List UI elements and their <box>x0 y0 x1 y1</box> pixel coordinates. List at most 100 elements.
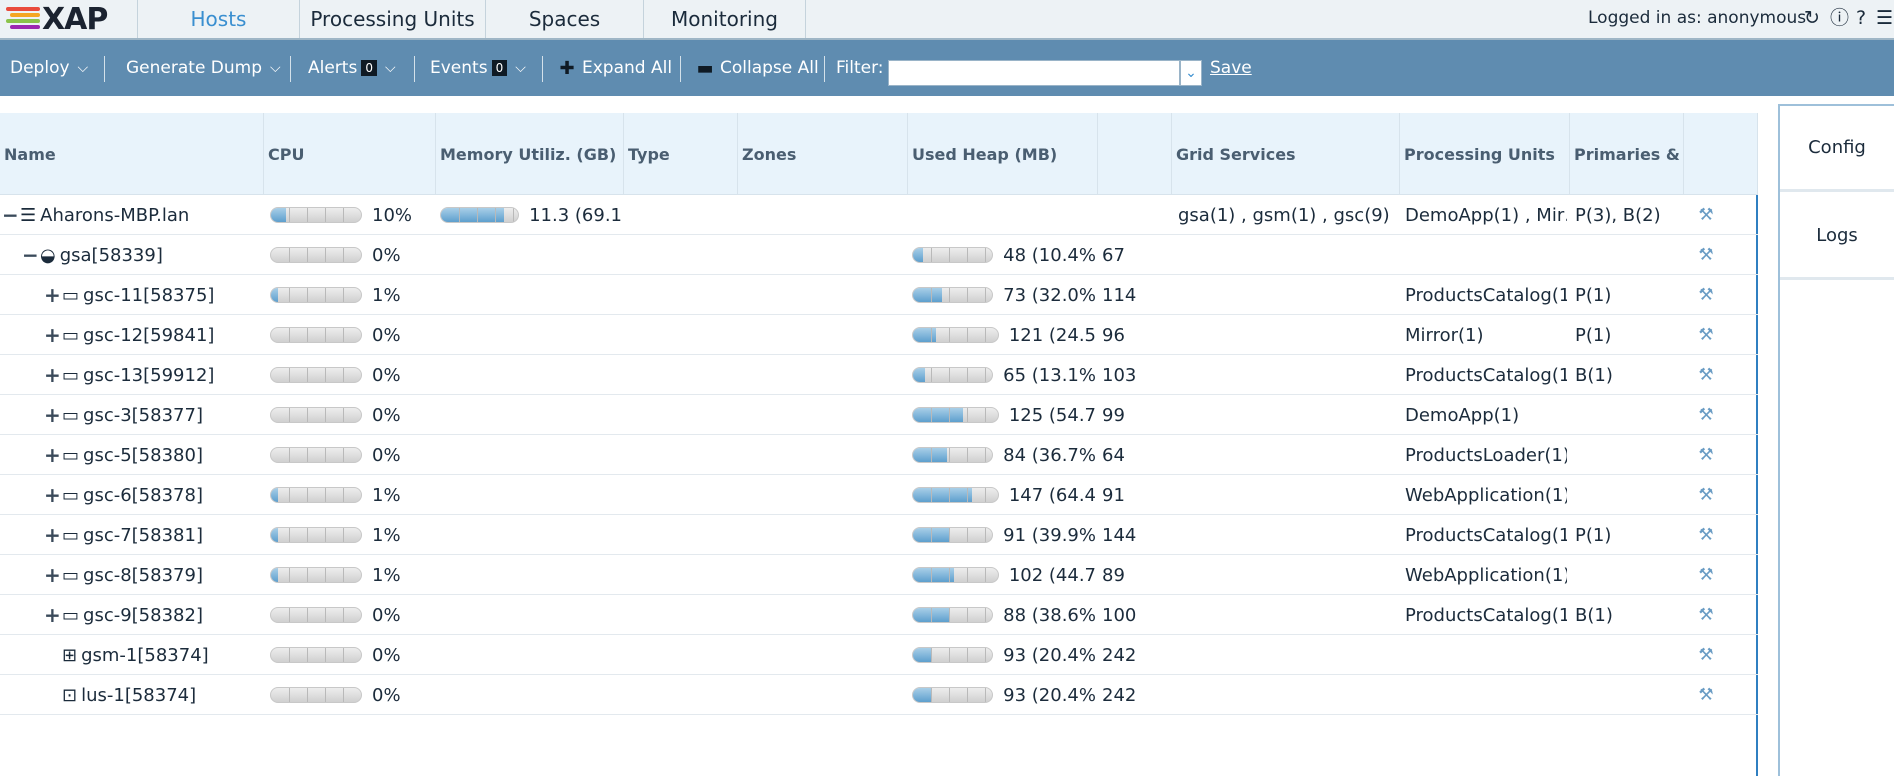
node-name[interactable]: lus-1[58374] <box>81 685 196 706</box>
node-name[interactable]: gsc-7[58381] <box>83 525 203 546</box>
alerts-button[interactable]: Alerts 0 ⌵ <box>308 40 396 96</box>
processing-units-cell[interactable]: DemoApp(1) <box>1405 395 1567 435</box>
filter-input[interactable] <box>888 60 1180 86</box>
tab-monitoring[interactable]: Monitoring <box>644 0 806 38</box>
column-header-used-heap[interactable]: Used Heap (MB) <box>908 113 1098 195</box>
heap-value: 121 (24.5 <box>1008 324 1096 346</box>
tab-hosts[interactable]: Hosts <box>138 0 300 38</box>
node-name[interactable]: gsm-1[58374] <box>81 645 209 666</box>
wrench-icon[interactable]: ⚒ <box>1698 525 1713 545</box>
wrench-icon[interactable]: ⚒ <box>1698 245 1713 265</box>
table-row[interactable]: − ☰ Aharons-MBP.lan 10% 11.3 (69.1 gsa(1) , g… <box>0 195 1758 235</box>
alert-info-icon[interactable]: ⓘ <box>1830 6 1849 30</box>
name-cell: + ▭ gsc-7[58381] <box>44 515 262 555</box>
processing-units-cell[interactable] <box>1405 675 1567 715</box>
wrench-icon[interactable]: ⚒ <box>1698 365 1713 385</box>
table-row[interactable]: ⊡ lus-1[58374] 0% 93 (20.4% 242 ⚒ <box>0 675 1758 715</box>
node-name[interactable]: gsc-3[58377] <box>83 405 203 426</box>
column-header-processing-units[interactable]: Processing Units <box>1400 113 1570 195</box>
node-name[interactable]: gsc-12[59841] <box>83 325 214 346</box>
node-name[interactable]: Aharons-MBP.lan <box>40 205 189 226</box>
node-name[interactable]: gsc-9[58382] <box>83 605 203 626</box>
wrench-icon[interactable]: ⚒ <box>1698 685 1713 705</box>
node-name[interactable]: gsc-6[58378] <box>83 485 203 506</box>
tab-processing-units[interactable]: Processing Units <box>300 0 486 38</box>
processing-units-cell[interactable]: ProductsCatalog(1) <box>1405 595 1567 635</box>
tab-spaces[interactable]: Spaces <box>486 0 644 38</box>
expand-icon[interactable]: + <box>44 443 61 467</box>
table-row[interactable]: + ▭ gsc-12[59841] 0% 121 (24.5 96 Mirror(1) P(1… <box>0 315 1758 355</box>
wrench-icon[interactable]: ⚒ <box>1698 445 1713 465</box>
grid-services-cell <box>1178 315 1396 355</box>
logs-button[interactable]: Logs <box>1780 194 1894 280</box>
table-row[interactable]: + ▭ gsc-5[58380] 0% 84 (36.7% 64 ProductsLoade… <box>0 435 1758 475</box>
table-row[interactable]: − ◒ gsa[58339] 0% 48 (10.4% 67 ⚒ <box>0 235 1758 275</box>
expand-icon[interactable]: + <box>44 323 61 347</box>
node-name[interactable]: gsc-5[58380] <box>83 445 203 466</box>
name-cell: + ▭ gsc-9[58382] <box>44 595 262 635</box>
processing-units-cell[interactable]: ProductsLoader(1) <box>1405 435 1567 475</box>
column-header-grid-services[interactable]: Grid Services <box>1172 113 1400 195</box>
table-row[interactable]: + ▭ gsc-11[58375] 1% 73 (32.0% 114 ProductsCat… <box>0 275 1758 315</box>
processing-units-cell[interactable]: WebApplication(1) <box>1405 475 1567 515</box>
processing-units-cell[interactable]: WebApplication(1) <box>1405 555 1567 595</box>
column-header-extra[interactable] <box>1098 113 1172 195</box>
table-row[interactable]: ⊞ gsm-1[58374] 0% 93 (20.4% 242 ⚒ <box>0 635 1758 675</box>
config-button[interactable]: Config <box>1780 106 1894 192</box>
processing-units-cell[interactable]: ProductsCatalog(1) <box>1405 355 1567 395</box>
save-filter-link[interactable]: Save <box>1210 40 1252 96</box>
wrench-icon[interactable]: ⚒ <box>1698 565 1713 585</box>
table-row[interactable]: + ▭ gsc-9[58382] 0% 88 (38.6% 100 ProductsCata… <box>0 595 1758 635</box>
expand-icon[interactable]: + <box>44 283 61 307</box>
filter-dropdown-chevron-icon[interactable]: ⌄ <box>1180 60 1202 86</box>
events-button[interactable]: Events 0 ⌵ <box>430 40 526 96</box>
column-header-name[interactable]: Name <box>0 113 264 195</box>
node-name[interactable]: gsc-8[58379] <box>83 565 203 586</box>
xap-logo[interactable]: XAP <box>0 0 138 38</box>
column-header-memory[interactable]: Memory Utiliz. (GB) <box>436 113 624 195</box>
node-name[interactable]: gsc-11[58375] <box>83 285 214 306</box>
table-row[interactable]: + ▭ gsc-6[58378] 1% 147 (64.4 91 WebApplicatio… <box>0 475 1758 515</box>
table-row[interactable]: + ▭ gsc-7[58381] 1% 91 (39.9% 144 ProductsCata… <box>0 515 1758 555</box>
column-header-type[interactable]: Type <box>624 113 738 195</box>
processing-units-cell[interactable]: ProductsCatalog(1) <box>1405 515 1567 555</box>
node-name[interactable]: gsa[58339] <box>60 245 163 266</box>
collapse-all-button[interactable]: ▬ Collapse All <box>694 40 818 96</box>
expand-icon[interactable]: + <box>44 523 61 547</box>
node-name[interactable]: gsc-13[59912] <box>83 365 214 386</box>
menu-icon[interactable]: ☰ <box>1876 6 1893 30</box>
table-row[interactable]: + ▭ gsc-13[59912] 0% 65 (13.1% 103 ProductsCat… <box>0 355 1758 395</box>
expand-icon[interactable]: + <box>44 483 61 507</box>
collapse-icon[interactable]: − <box>2 203 19 227</box>
actions-cell: ⚒ <box>1686 475 1726 515</box>
wrench-icon[interactable]: ⚒ <box>1698 285 1713 305</box>
refresh-icon[interactable]: ↻ <box>1804 6 1820 30</box>
column-header-primaries[interactable]: Primaries & <box>1570 113 1684 195</box>
wrench-icon[interactable]: ⚒ <box>1698 605 1713 625</box>
expand-icon[interactable]: + <box>44 403 61 427</box>
processing-units-cell[interactable] <box>1405 635 1567 675</box>
deploy-button[interactable]: Deploy ⌵ <box>10 40 88 96</box>
expand-icon[interactable]: + <box>44 603 61 627</box>
expand-all-button[interactable]: ✚ Expand All <box>556 40 672 96</box>
table-row[interactable]: + ▭ gsc-3[58377] 0% 125 (54.7 99 DemoApp(1) ⚒ <box>0 395 1758 435</box>
help-icon[interactable]: ? <box>1856 6 1866 30</box>
processing-units-cell[interactable]: Mirror(1) <box>1405 315 1567 355</box>
wrench-icon[interactable]: ⚒ <box>1698 485 1713 505</box>
column-header-cpu[interactable]: CPU <box>264 113 436 195</box>
memory-cell <box>440 355 622 395</box>
cpu-cell: 1% <box>270 555 434 595</box>
generate-dump-button[interactable]: Generate Dump ⌵ <box>126 40 281 96</box>
expand-icon[interactable]: + <box>44 363 61 387</box>
expand-icon[interactable]: + <box>44 563 61 587</box>
wrench-icon[interactable]: ⚒ <box>1698 205 1713 225</box>
wrench-icon[interactable]: ⚒ <box>1698 645 1713 665</box>
processing-units-cell[interactable]: DemoApp(1) , Mir… <box>1405 195 1567 235</box>
column-header-zones[interactable]: Zones <box>738 113 908 195</box>
processing-units-cell[interactable] <box>1405 235 1567 275</box>
wrench-icon[interactable]: ⚒ <box>1698 405 1713 425</box>
collapse-icon[interactable]: − <box>22 243 39 267</box>
wrench-icon[interactable]: ⚒ <box>1698 325 1713 345</box>
table-row[interactable]: + ▭ gsc-8[58379] 1% 102 (44.7 89 WebApplicatio… <box>0 555 1758 595</box>
processing-units-cell[interactable]: ProductsCatalog(1) <box>1405 275 1567 315</box>
